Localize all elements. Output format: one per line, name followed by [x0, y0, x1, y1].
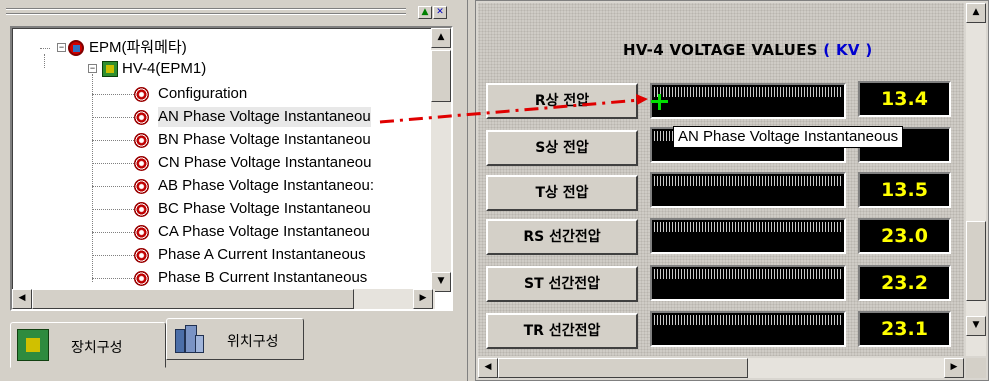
r-phase-voltage-bar[interactable]	[650, 83, 846, 119]
scroll-right-icon[interactable]: ▶	[944, 358, 964, 378]
scroll-up-icon[interactable]: ▲	[966, 3, 986, 23]
tree-item-point[interactable]: BC Phase Voltage Instantaneou	[12, 199, 432, 219]
tr-line-voltage-bar[interactable]	[650, 311, 846, 347]
point-icon	[134, 225, 149, 240]
tree-vertical-scrollbar[interactable]: ▲ ▼	[431, 28, 451, 292]
tree-item-label: AB Phase Voltage Instantaneou:	[158, 177, 374, 194]
device-tree-panel: ▲ ✕ − EPM(파워메타) − HV-4(EPM1) Configurati…	[0, 0, 468, 381]
rs-line-voltage-value: 23.0	[858, 218, 951, 254]
tree-item-point[interactable]: Configuration	[12, 84, 432, 104]
epm-icon	[68, 40, 84, 56]
scroll-right-icon[interactable]: ▶	[413, 289, 433, 309]
tree-item-label: Phase A Current Instantaneous	[158, 246, 366, 263]
tab-location-config[interactable]: 위치구성	[166, 318, 304, 360]
tree-item-label: Phase B Current Instantaneous	[158, 269, 368, 286]
point-icon	[134, 87, 149, 102]
st-line-voltage-label[interactable]: ST 선간전압	[486, 266, 638, 302]
tree-item-epm[interactable]: − EPM(파워메타)	[12, 38, 432, 58]
point-icon	[134, 110, 149, 125]
voltage-display-area: HV-4 VOLTAGE VALUES ( KV ) R상 전압 13.4 S상…	[478, 3, 964, 356]
tree-item-label: Configuration	[158, 85, 248, 102]
unit-text: ( KV )	[823, 41, 873, 59]
collapse-icon[interactable]: −	[88, 64, 97, 73]
page-title: HV-4 VOLTAGE VALUES ( KV )	[623, 41, 872, 59]
tree-item-point[interactable]: CA Phase Voltage Instantaneou	[12, 222, 432, 242]
scroll-thumb[interactable]	[32, 289, 354, 309]
tree-horizontal-scrollbar[interactable]: ◀ ▶	[12, 289, 435, 309]
title-text: HV-4 VOLTAGE VALUES	[623, 41, 818, 59]
tree-item-point[interactable]: AN Phase Voltage Instantaneou	[12, 107, 432, 127]
tree-item-point[interactable]: BN Phase Voltage Instantaneou	[12, 130, 432, 150]
tree-item-hv4[interactable]: − HV-4(EPM1)	[12, 59, 432, 79]
tree-item-point[interactable]: Phase A Current Instantaneous	[12, 245, 432, 265]
tab-label: 위치구성	[227, 334, 279, 350]
scrollbar-corner	[966, 358, 986, 378]
tree-item-label: EPM(파워메타)	[89, 39, 187, 56]
tree-item-label: BN Phase Voltage Instantaneou	[158, 131, 371, 148]
tree-item-label-selected: AN Phase Voltage Instantaneou	[158, 107, 371, 127]
point-icon	[134, 179, 149, 194]
drop-cursor-icon	[648, 90, 670, 112]
tree-item-label: HV-4(EPM1)	[122, 60, 207, 77]
point-icon	[134, 271, 149, 286]
building-icon	[173, 323, 205, 355]
st-line-voltage-bar[interactable]	[650, 265, 846, 301]
tree-item-label: CA Phase Voltage Instantaneou	[158, 223, 370, 240]
hv-device-icon	[102, 61, 118, 77]
panel-maximize-icon[interactable]: ▲	[418, 6, 432, 19]
s-phase-voltage-label[interactable]: S상 전압	[486, 130, 638, 166]
panel-close-icon[interactable]: ✕	[433, 6, 447, 19]
r-phase-voltage-value: 13.4	[858, 81, 951, 117]
scroll-left-icon[interactable]: ◀	[12, 289, 32, 309]
st-line-voltage-value: 23.2	[858, 265, 951, 301]
tree-item-point[interactable]: AB Phase Voltage Instantaneou:	[12, 176, 432, 196]
rs-line-voltage-bar[interactable]	[650, 218, 846, 254]
tree-item-label: CN Phase Voltage Instantaneou	[158, 154, 372, 171]
t-phase-voltage-bar[interactable]	[650, 172, 846, 208]
display-vertical-scrollbar[interactable]: ▲ ▼	[966, 3, 986, 356]
display-horizontal-scrollbar[interactable]: ◀ ▶	[478, 358, 964, 378]
tr-line-voltage-label[interactable]: TR 선간전압	[486, 313, 638, 349]
point-icon	[134, 133, 149, 148]
tr-line-voltage-value: 23.1	[858, 311, 951, 347]
device-tree[interactable]: − EPM(파워메타) − HV-4(EPM1) Configuration A…	[10, 26, 453, 311]
t-phase-voltage-value: 13.5	[858, 172, 951, 208]
drag-tooltip: AN Phase Voltage Instantaneous	[673, 126, 904, 148]
scroll-thumb[interactable]	[966, 221, 986, 301]
point-icon	[134, 248, 149, 263]
scroll-down-icon[interactable]: ▼	[966, 316, 986, 336]
point-icon	[134, 156, 149, 171]
caption-grip	[6, 8, 406, 10]
caption-grip	[6, 13, 406, 15]
voltage-values-panel: HV-4 VOLTAGE VALUES ( KV ) R상 전압 13.4 S상…	[475, 0, 989, 381]
panel-caption-bar[interactable]: ▲ ✕	[6, 6, 447, 20]
tree-item-label: BC Phase Voltage Instantaneou	[158, 200, 371, 217]
tab-label: 장치구성	[71, 340, 123, 356]
collapse-icon[interactable]: −	[57, 43, 66, 52]
tree-item-point[interactable]: CN Phase Voltage Instantaneou	[12, 153, 432, 173]
scroll-thumb[interactable]	[498, 358, 748, 378]
point-icon	[134, 202, 149, 217]
rs-line-voltage-label[interactable]: RS 선간전압	[486, 219, 638, 255]
device-config-icon	[17, 329, 49, 361]
scroll-thumb[interactable]	[431, 50, 451, 102]
scroll-left-icon[interactable]: ◀	[478, 358, 498, 378]
t-phase-voltage-label[interactable]: T상 전압	[486, 175, 638, 211]
tab-device-config[interactable]: 장치구성	[10, 322, 166, 368]
tree-item-point[interactable]: Phase B Current Instantaneous	[12, 268, 432, 288]
scroll-up-icon[interactable]: ▲	[431, 28, 451, 48]
r-phase-voltage-label[interactable]: R상 전압	[486, 83, 638, 119]
